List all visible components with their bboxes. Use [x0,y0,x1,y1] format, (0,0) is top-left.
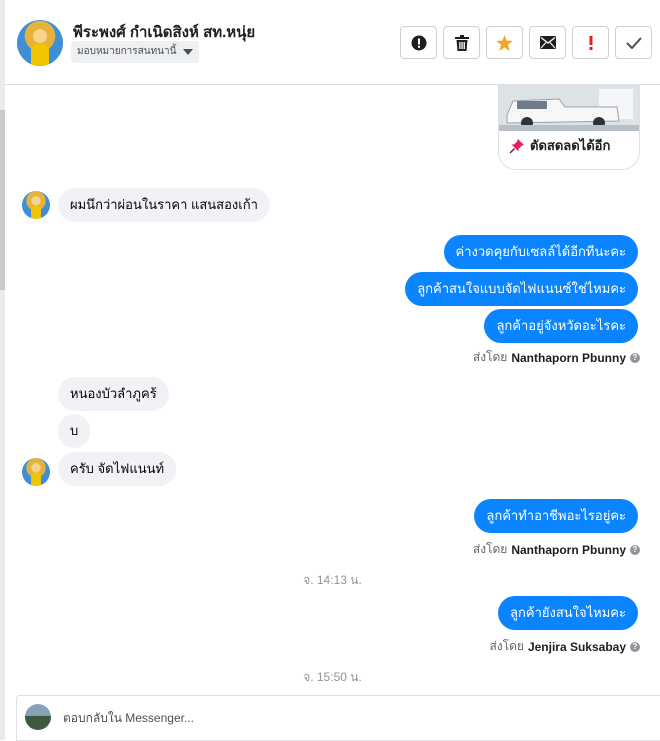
sent-by-prefix: ส่งโดย [472,350,508,364]
sent-by-name[interactable]: Nanthaporn Pbunny [511,351,626,365]
trash-icon [454,34,469,51]
sent-by-name[interactable]: Nanthaporn Pbunny [511,543,626,557]
conversation-header: พีระพงศ์ กำเนิดสิงห์ สท.หนุ่ย มอบหมายการ… [5,0,660,85]
outgoing-message[interactable]: ลูกค้าอยู่จังหวัดอะไรคะ [484,309,638,343]
info-icon[interactable]: ? [630,641,640,652]
exclamation-icon [589,35,592,50]
sender-avatar[interactable] [22,458,50,486]
mark-done-button[interactable] [615,26,652,59]
sent-by-label: ส่งโดย Nanthaporn Pbunny ? [473,540,640,559]
checkmark-icon [625,36,642,49]
sent-by-prefix: ส่งโดย [489,639,524,653]
sent-by-prefix: ส่งโดย [472,542,508,556]
outgoing-message[interactable]: ค่างวดคุยกับเซลล์ได้อีกทีนะคะ [443,235,638,269]
timestamp: จ. 14:13 น. [303,573,362,587]
caret-down-icon [183,49,194,55]
info-icon[interactable]: ? [630,352,640,363]
reply-composer[interactable] [16,695,660,741]
shared-post-card[interactable]: ตัดสดลดได้อีก [498,85,640,170]
message-thread[interactable]: ตัดสดลดได้อีก ผมนึกว่าผ่อนในราคา แสนสองเ… [5,85,660,690]
incoming-message[interactable]: ครับ จัดไฟแนนท์ [58,452,177,486]
star-button[interactable] [486,26,523,59]
incoming-message[interactable]: บ [58,414,91,448]
post-thumbnail [499,85,639,131]
timestamp: จ. 15:50 น. [303,670,362,684]
delete-button[interactable] [443,26,480,59]
incoming-message[interactable]: ผมนึกว่าผ่อนในราคา แสนสองเก้า [58,188,270,222]
sender-avatar[interactable] [22,191,50,219]
pushpin-icon [509,138,524,154]
sent-by-label: ส่งโดย Jenjira Suksabay ? [489,637,640,656]
incoming-message[interactable]: หนองบัวลำภูคร้ [58,377,169,411]
post-title: ตัดสดลดได้อีก [509,135,610,156]
outgoing-message[interactable]: ลูกค้าทำอาชีพอะไรอยู่คะ [474,499,638,533]
outgoing-message[interactable]: ลูกค้าสนใจแบบจัดไฟแนนซ์ใช่ไหมคะ [405,272,638,306]
report-button[interactable] [400,26,437,59]
reply-input[interactable] [61,706,625,730]
star-icon [496,34,513,51]
sent-by-name[interactable]: Jenjira Suksabay [528,640,626,654]
info-icon[interactable]: ? [630,544,640,555]
envelope-icon [539,36,556,49]
contact-avatar[interactable] [17,20,63,66]
mark-important-button[interactable] [572,26,609,59]
mark-unread-button[interactable] [529,26,566,59]
outgoing-message[interactable]: ลูกค้ายังสนใจไหมคะ [498,596,638,630]
page-avatar [25,704,51,730]
exclamation-circle-icon [411,35,426,50]
post-title-text: ตัดสดลดได้อีก [530,138,611,153]
sent-by-label: ส่งโดย Nanthaporn Pbunny ? [473,348,640,367]
assign-conversation-dropdown[interactable]: มอบหมายการสนทนานี้ [71,41,200,63]
pickup-truck-image [499,85,639,131]
assign-label: มอบหมายการสนทนานี้ [77,46,177,57]
action-toolbar [400,26,652,59]
